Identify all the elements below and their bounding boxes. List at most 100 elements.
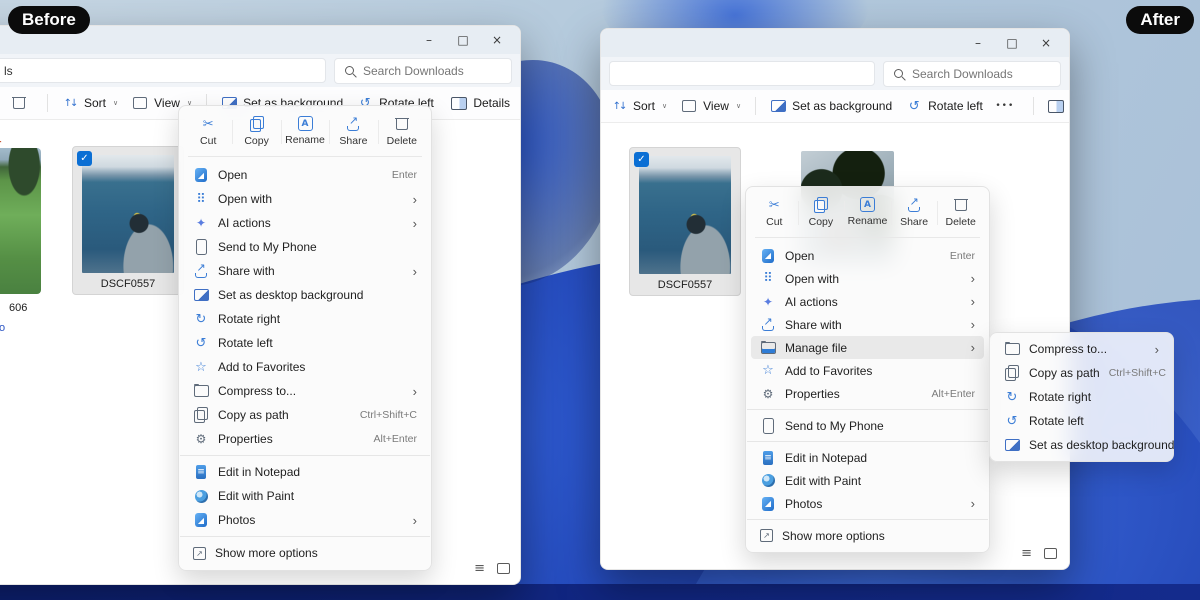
toolbar-icon (770, 98, 786, 114)
manage-file-submenu: Compress to... › Copy as path Ctrl+Shift… (989, 332, 1174, 462)
menu-separator (1033, 97, 1034, 115)
context-menu-after: ✂ Cut Copy A Rename ↗ Share Delete (745, 186, 990, 553)
menu-item-show-more-options[interactable]: ↗ Show more options (184, 541, 426, 565)
chevron-down-icon: ∨ (662, 102, 667, 110)
file-name-partial: 606 (9, 302, 27, 314)
selection-checkbox[interactable]: ✓ (634, 152, 649, 167)
selected-file-tile[interactable]: ✓ DSCF0557 (629, 147, 741, 296)
menu-item-set-as-desktop-background[interactable]: Set as desktop background (184, 283, 426, 307)
share-button[interactable]: ↗ Share (329, 113, 377, 151)
file-thumbnail-partial[interactable] (0, 148, 41, 294)
menu-item-copy-as-path[interactable]: Copy as path Ctrl+Shift+C (995, 361, 1168, 385)
menu-separator (747, 519, 988, 520)
menu-item-send-to-my-phone[interactable]: Send to My Phone (751, 414, 984, 437)
menu-item-open-with[interactable]: ⠿ Open with › (184, 187, 426, 211)
menu-item-icon: ↗ (193, 263, 209, 279)
menu-separator (747, 409, 988, 410)
menu-item-open[interactable]: ◢ Open Enter (751, 244, 984, 267)
menu-item-share-with[interactable]: ↗ Share with › (751, 313, 984, 336)
shortcut-label: Ctrl+Shift+C (1109, 367, 1166, 379)
close-button[interactable]: × (1029, 29, 1063, 57)
shortcut-label: Alt+Enter (932, 388, 975, 400)
cut-button[interactable]: ✂ Cut (184, 113, 232, 151)
cut-button[interactable]: ✂ Cut (751, 194, 798, 232)
menu-item-add-to-favorites[interactable]: ☆ Add to Favorites (184, 355, 426, 379)
quick-action-icon (394, 116, 410, 132)
rotate-left-button[interactable]: ↺ Rotate left (906, 98, 983, 114)
menu-item-show-more-options[interactable]: ↗ Show more options (751, 524, 984, 547)
menu-item-icon (193, 239, 209, 255)
rename-button[interactable]: A Rename (844, 194, 891, 232)
desktop: – □ × ls Search Downloads ↑↓ Sort (0, 0, 1200, 600)
search-placeholder: Search Downloads (363, 64, 464, 78)
menu-item-properties[interactable]: ⚙ Properties Alt+Enter (751, 382, 984, 405)
menu-item-rotate-right[interactable]: ↻ Rotate right (995, 385, 1168, 409)
details-button[interactable]: Details (451, 95, 510, 111)
menu-item-send-to-my-phone[interactable]: Send to My Phone (184, 235, 426, 259)
address-bar[interactable]: ls (0, 58, 326, 83)
copy-button[interactable]: Copy (232, 113, 280, 151)
menu-item-edit-in-notepad[interactable]: ≡ Edit in Notepad (751, 446, 984, 469)
menu-item-open-with[interactable]: ⠿ Open with › (751, 267, 984, 290)
menu-item-copy-as-path[interactable]: Copy as path Ctrl+Shift+C (184, 403, 426, 427)
delete-toolbar-button[interactable] (11, 95, 33, 111)
search-box[interactable]: Search Downloads (883, 61, 1061, 87)
details-button[interactable]: Details (1048, 98, 1070, 114)
chevron-down-icon: ∨ (736, 102, 741, 110)
selection-checkbox[interactable]: ✓ (77, 151, 92, 166)
address-bar[interactable] (609, 61, 875, 86)
menu-item-compress-to[interactable]: Compress to... › (184, 379, 426, 403)
menu-item-ai-actions[interactable]: ✦ AI actions › (751, 290, 984, 313)
menu-item-rotate-left[interactable]: ↺ Rotate left (995, 409, 1168, 433)
menu-item-rotate-left[interactable]: ↺ Rotate left (184, 331, 426, 355)
menu-item-photos[interactable]: ◢ Photos › (184, 508, 426, 532)
shortcut-label: Enter (392, 169, 417, 181)
menu-item-edit-with-paint[interactable]: Edit with Paint (751, 469, 984, 492)
sort-button[interactable]: ↑↓ Sort ∨ (62, 95, 118, 111)
set-as-background-button[interactable]: Set as background (770, 98, 892, 114)
menu-item-icon: ◢ (193, 167, 209, 183)
share-button[interactable]: ↗ Share (891, 194, 938, 232)
rename-button[interactable]: A Rename (281, 113, 329, 151)
menu-item-compress-to[interactable]: Compress to... › (995, 337, 1168, 361)
title-bar: – □ × (601, 29, 1069, 57)
thumbnail-view-icon[interactable] (1044, 548, 1057, 559)
selected-file-tile[interactable]: ✓ DSCF0557 (72, 146, 184, 295)
quick-action-icon (249, 116, 265, 132)
thumbnail-view-icon[interactable] (497, 563, 510, 574)
menu-item-icon: ≡ (760, 450, 776, 466)
details-view-icon[interactable]: ≡ (1021, 546, 1032, 561)
menu-item-photos[interactable]: ◢ Photos › (751, 492, 984, 515)
delete-button[interactable]: Delete (937, 194, 984, 232)
address-row: ls Search Downloads (0, 54, 520, 87)
menu-item-set-as-desktop-background[interactable]: Set as desktop background (995, 433, 1168, 457)
menu-item-open[interactable]: ◢ Open Enter (184, 163, 426, 187)
quick-actions-row: ✂ Cut Copy A Rename ↗ Share Delete (179, 106, 431, 154)
menu-separator (747, 441, 988, 442)
photo-thumbnail (82, 155, 174, 273)
menu-item-edit-with-paint[interactable]: Edit with Paint (184, 484, 426, 508)
maximize-button[interactable]: □ (446, 26, 480, 54)
delete-button[interactable]: Delete (378, 113, 426, 151)
toolbar-icon (11, 95, 27, 111)
chevron-down-icon: ∨ (113, 99, 118, 107)
menu-item-edit-in-notepad[interactable]: ≡ Edit in Notepad (184, 460, 426, 484)
menu-items: ◢ Open Enter ⠿ Open with › ✦ AI actions … (179, 159, 431, 570)
menu-item-rotate-right[interactable]: ↻ Rotate right (184, 307, 426, 331)
search-box[interactable]: Search Downloads (334, 58, 512, 84)
menu-item-properties[interactable]: ⚙ Properties Alt+Enter (184, 427, 426, 451)
menu-item-manage-file[interactable]: Manage file › (751, 336, 984, 359)
menu-item-ai-actions[interactable]: ✦ AI actions › (184, 211, 426, 235)
menu-item-share-with[interactable]: ↗ Share with › (184, 259, 426, 283)
copy-button[interactable]: Copy (798, 194, 845, 232)
menu-item-icon: ✦ (760, 294, 776, 310)
minimize-button[interactable]: – (412, 26, 446, 54)
details-view-icon[interactable]: ≡ (474, 561, 485, 576)
close-button[interactable]: × (480, 26, 514, 54)
sort-button[interactable]: ↑↓ Sort ∨ (611, 98, 667, 114)
more-options-button[interactable]: ••• (997, 98, 1019, 114)
minimize-button[interactable]: – (961, 29, 995, 57)
maximize-button[interactable]: □ (995, 29, 1029, 57)
menu-item-add-to-favorites[interactable]: ☆ Add to Favorites (751, 359, 984, 382)
view-button[interactable]: View ∨ (681, 98, 741, 114)
